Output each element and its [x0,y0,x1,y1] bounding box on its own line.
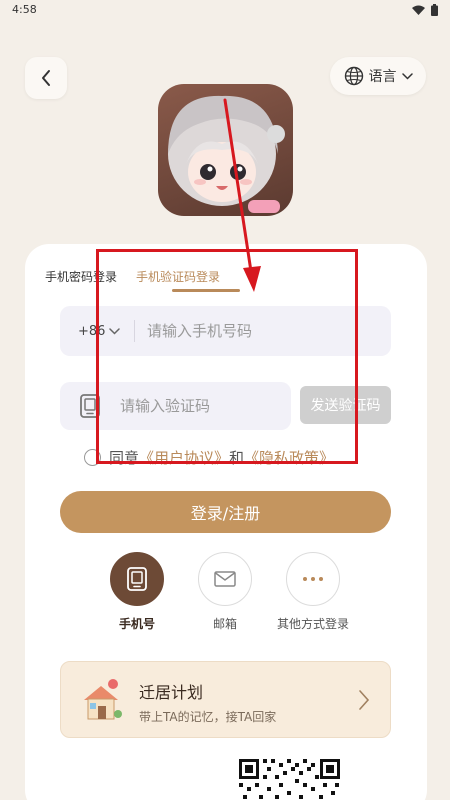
method-email[interactable]: 邮箱 [180,552,270,632]
battery-icon [431,4,438,16]
method-other-circle[interactable] [286,552,340,606]
method-phone-circle[interactable] [110,552,164,606]
chevron-down-icon [401,72,413,80]
status-bar: 4:58 [0,0,450,22]
chevron-right-icon [359,690,370,710]
more-icon [303,577,323,581]
language-selector[interactable]: 语言 [330,57,426,95]
status-time: 4:58 [12,3,37,16]
wifi-icon [412,5,425,15]
language-label: 语言 [368,69,397,85]
login-register-button[interactable]: 登录/注册 [60,491,391,533]
tablet-icon [127,567,147,591]
globe-icon [344,66,363,86]
method-phone-label: 手机号 [118,617,155,631]
status-icons [412,4,438,16]
app-logo [158,84,293,216]
plan-title: 迁居计划 [139,683,204,702]
annotation-highlight-box [96,249,358,464]
method-other-label: 其他方式登录 [276,617,349,631]
back-button[interactable] [25,57,67,99]
method-email-circle[interactable] [198,552,252,606]
method-other[interactable]: 其他方式登录 [268,552,358,632]
house-icon [84,679,122,720]
qr-code [237,757,342,800]
migration-plan-banner[interactable]: 迁居计划 带上TA的记忆，接TA回家 [60,661,391,738]
mail-icon [214,571,236,587]
method-phone[interactable]: 手机号 [92,552,182,632]
chevron-left-icon [42,70,50,86]
plan-subtitle: 带上TA的记忆，接TA回家 [139,710,277,724]
method-email-label: 邮箱 [212,617,237,631]
